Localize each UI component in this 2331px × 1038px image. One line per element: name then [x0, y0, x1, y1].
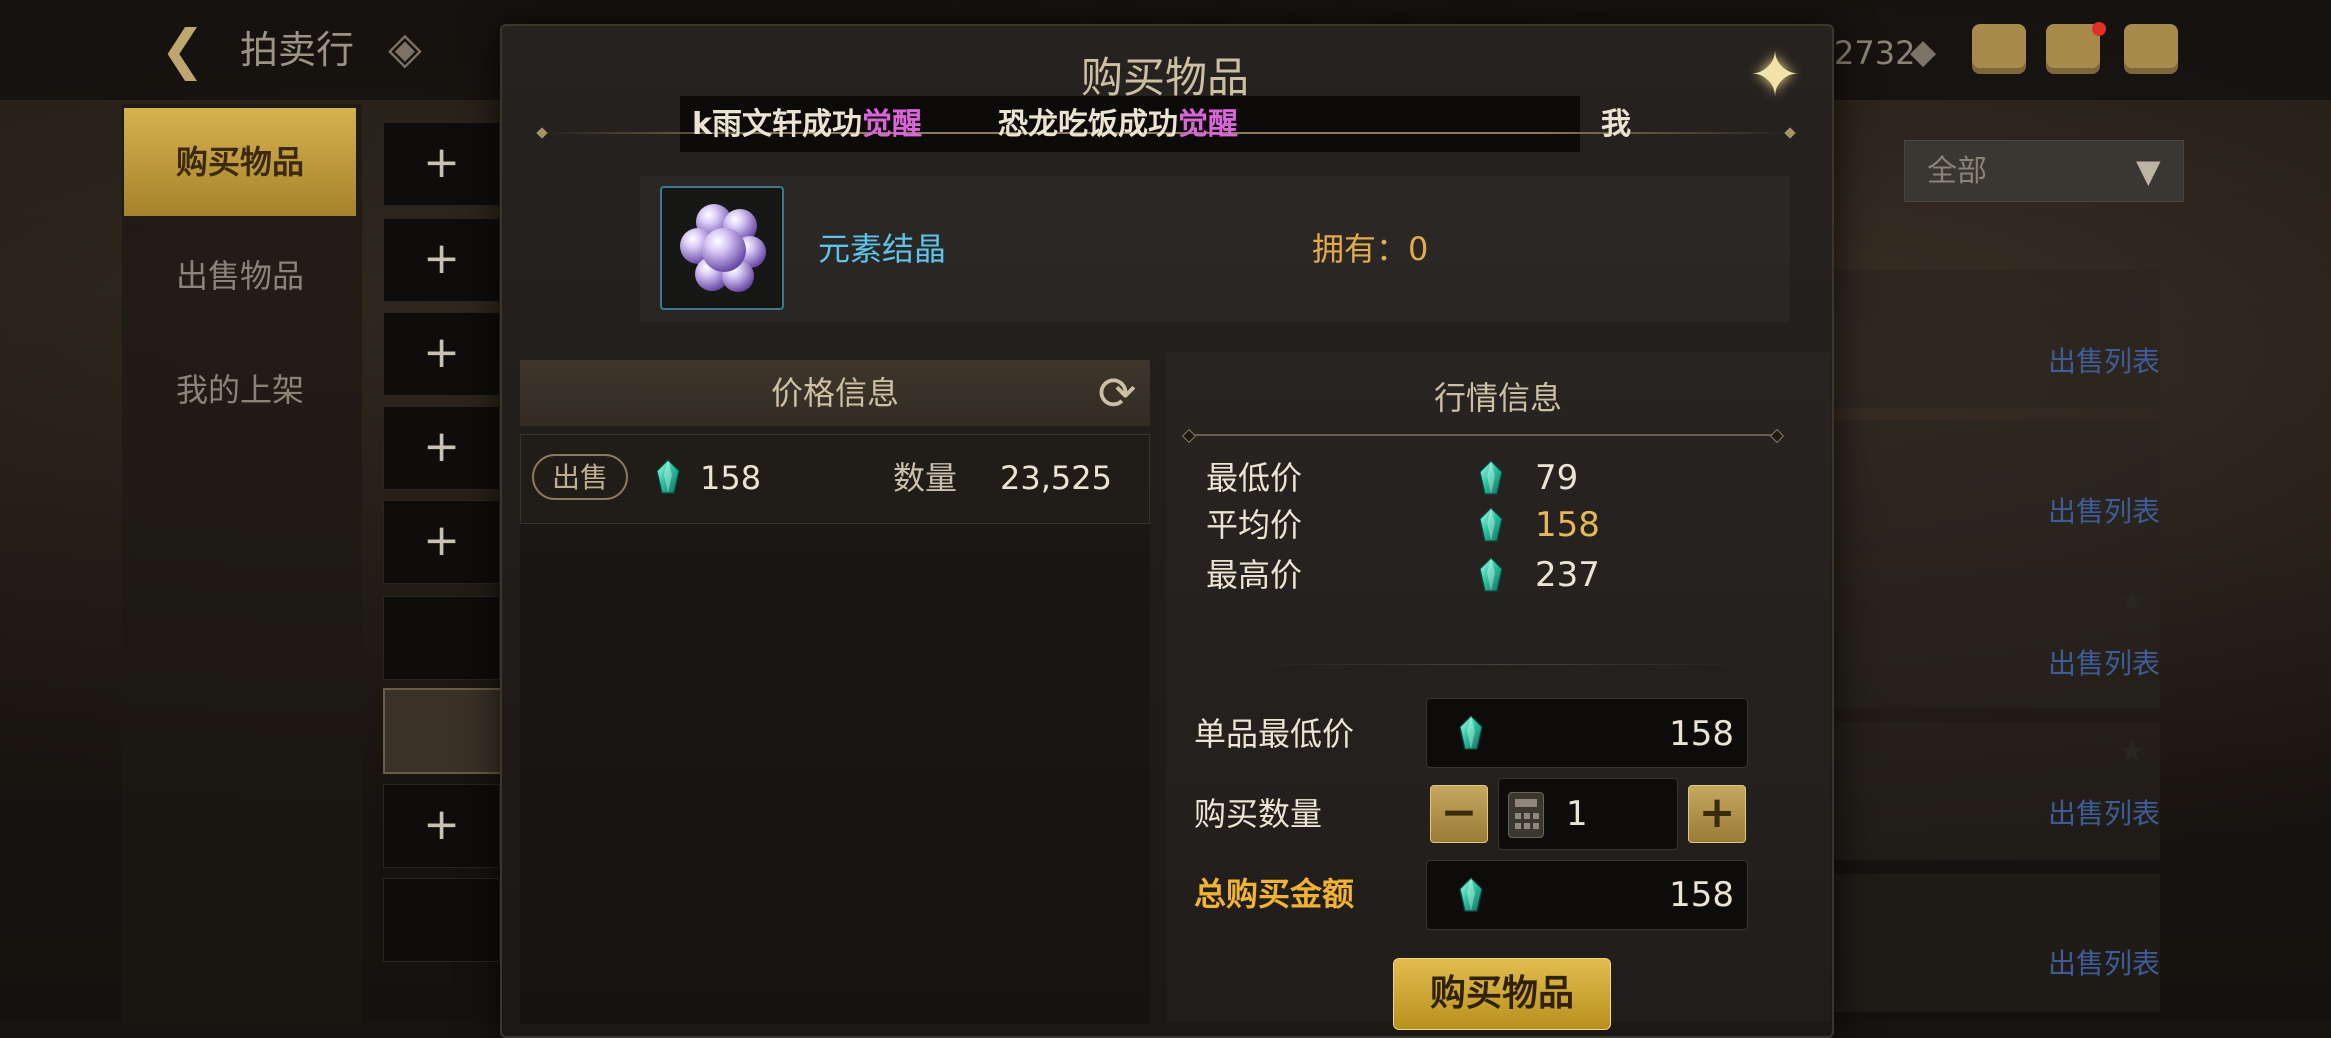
category-slot[interactable]: + — [383, 784, 500, 868]
star-icon[interactable]: ★ — [2118, 432, 2145, 467]
listing-price: 158 — [700, 459, 762, 497]
close-icon[interactable]: ✦ — [1740, 40, 1810, 110]
min-price-value: 79 — [1535, 458, 1579, 498]
category-slot[interactable]: + — [383, 406, 500, 490]
sell-list-link[interactable]: 出售列表 — [2030, 490, 2160, 530]
chat-icon[interactable] — [2124, 24, 2178, 74]
refresh-icon[interactable]: ⟳ — [1090, 366, 1144, 420]
decrease-quantity-button[interactable]: − — [1430, 785, 1488, 843]
max-price-label: 最高价 — [1206, 556, 1303, 594]
sell-list-link[interactable]: 出售列表 — [2030, 792, 2160, 832]
ticker-message: k雨文轩成功觉醒 — [692, 107, 922, 142]
item-slot[interactable] — [660, 186, 784, 310]
star-icon[interactable]: ★ — [2118, 584, 2145, 619]
buy-quantity-label: 购买数量 — [1194, 795, 1323, 833]
owned-count: 拥有：0 — [1312, 230, 1429, 268]
avg-price-value: 158 — [1535, 505, 1600, 545]
avg-price-label: 平均价 — [1206, 506, 1303, 544]
listing-quantity: 23,525 — [1000, 459, 1112, 497]
sidebar-item-sell[interactable]: 出售物品 — [124, 222, 356, 330]
page-title: 拍卖行 — [240, 28, 355, 72]
chest-icon[interactable] — [1972, 24, 2026, 74]
unit-price-value: 158 — [1669, 714, 1734, 754]
item-name: 元素结晶 — [818, 230, 947, 268]
divider — [1188, 434, 1778, 436]
gem-icon — [1478, 557, 1504, 593]
category-slot-empty[interactable] — [383, 878, 500, 962]
increase-quantity-button[interactable]: + — [1688, 785, 1746, 843]
list-item[interactable] — [1830, 420, 2160, 558]
price-list — [520, 524, 1150, 1024]
back-arrow-icon[interactable]: ❮ — [160, 20, 220, 80]
quantity-label: 数量 — [893, 459, 958, 497]
list-item[interactable] — [1830, 270, 2160, 408]
sell-list-link[interactable]: 出售列表 — [2030, 942, 2160, 982]
list-item[interactable] — [1830, 570, 2160, 708]
star-icon[interactable]: ★ — [2118, 286, 2145, 321]
sell-list-link[interactable]: 出售列表 — [2030, 642, 2160, 682]
category-slot[interactable]: + — [383, 218, 500, 302]
gem-icon — [655, 459, 681, 495]
element-crystal-icon — [680, 204, 766, 292]
star-icon[interactable]: ★ — [2118, 734, 2145, 769]
category-slot-selected[interactable] — [383, 688, 502, 774]
list-item[interactable] — [1830, 722, 2160, 860]
sidebar-item-buy[interactable]: 购买物品 — [124, 108, 356, 216]
max-price-value: 237 — [1535, 555, 1600, 595]
notification-dot — [2092, 22, 2106, 36]
min-price-label: 最低价 — [1206, 459, 1303, 497]
diamond-icon[interactable]: ◈ — [388, 24, 438, 74]
currency-amount: 2732 — [1834, 34, 1916, 72]
gem-icon — [1478, 460, 1504, 496]
ticker-message: 恐龙吃饭成功觉醒 — [998, 107, 1238, 142]
chevron-down-icon[interactable]: ▼ — [2136, 140, 2176, 202]
gem-icon — [1458, 715, 1484, 751]
ticker-message: 我 — [1601, 107, 1631, 142]
sell-list-link[interactable]: 出售列表 — [2030, 340, 2160, 380]
total-amount-label: 总购买金额 — [1194, 875, 1355, 913]
category-slot-empty[interactable] — [383, 596, 500, 680]
calculator-icon[interactable] — [1508, 792, 1544, 838]
total-amount-value: 158 — [1669, 875, 1734, 915]
price-info-title: 价格信息 — [770, 374, 899, 412]
unit-price-label: 单品最低价 — [1194, 715, 1355, 753]
gem-icon — [1458, 877, 1484, 913]
currency-icon: ◆ — [1910, 32, 1937, 72]
buy-item-button[interactable]: 购买物品 — [1393, 958, 1611, 1030]
gem-icon — [1478, 507, 1504, 543]
category-slot[interactable]: + — [383, 122, 500, 206]
divider — [1250, 664, 1750, 665]
category-slot[interactable]: + — [383, 312, 500, 396]
market-info-title: 行情信息 — [1433, 379, 1562, 417]
category-slot[interactable]: + — [383, 500, 500, 584]
sell-tag: 出售 — [532, 454, 628, 500]
item-info-row — [640, 176, 1790, 322]
quantity-value: 1 — [1566, 794, 1588, 834]
sidebar-item-my-listings[interactable]: 我的上架 — [124, 336, 356, 444]
